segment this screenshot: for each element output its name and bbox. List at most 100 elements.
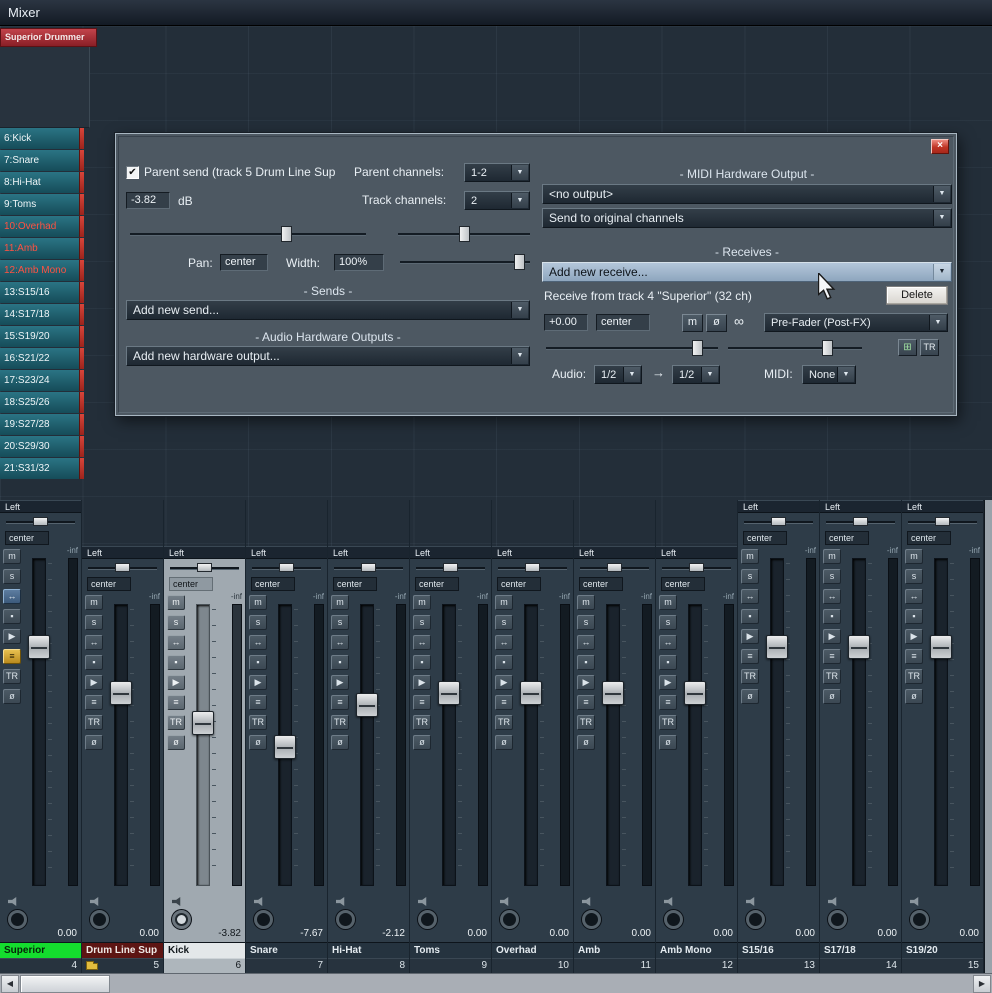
pan-value[interactable]: center xyxy=(415,577,459,591)
track-list-item[interactable]: 19:S27/28 xyxy=(0,414,84,435)
fader-handle[interactable] xyxy=(520,680,542,705)
fx-button[interactable]: ▪ xyxy=(741,609,759,624)
env-button[interactable]: ▶ xyxy=(167,675,185,690)
width-button[interactable]: ≡ xyxy=(741,649,759,664)
io-button[interactable]: ↔ xyxy=(905,589,923,604)
fader-track[interactable] xyxy=(688,604,708,886)
add-hw-output-select[interactable]: Add new hardware output... ▼ xyxy=(126,346,530,366)
fx-button[interactable]: ▪ xyxy=(331,655,349,670)
trim-button[interactable]: TR xyxy=(495,715,513,730)
pan-value[interactable]: center xyxy=(743,531,787,545)
fader-handle[interactable] xyxy=(356,692,378,717)
slider-handle[interactable] xyxy=(692,340,704,356)
track-number-row[interactable]: 6 xyxy=(164,958,245,973)
fader-handle[interactable] xyxy=(766,634,788,659)
pan-field[interactable]: center xyxy=(220,254,268,271)
chevron-down-icon[interactable]: ▼ xyxy=(933,186,950,202)
io-button[interactable]: ↔ xyxy=(741,589,759,604)
width-button[interactable]: ≡ xyxy=(659,695,677,710)
volume-fader[interactable]: -inf xyxy=(435,591,490,890)
solo-button[interactable]: s xyxy=(495,615,513,630)
track-name-label[interactable]: Snare xyxy=(246,942,327,958)
volume-fader[interactable]: -inf xyxy=(25,545,80,890)
io-button[interactable]: ↔ xyxy=(823,589,841,604)
phase-button[interactable]: ø xyxy=(85,735,103,750)
pan-handle[interactable] xyxy=(32,517,48,526)
pan-slider[interactable] xyxy=(168,560,241,575)
volume-fader[interactable]: -inf xyxy=(189,591,244,890)
mute-button[interactable]: m xyxy=(413,595,431,610)
io-button[interactable]: ↔ xyxy=(3,589,21,604)
pan-handle[interactable] xyxy=(196,563,212,572)
track-name-label[interactable]: Hi-Hat xyxy=(328,942,409,958)
slider-handle[interactable] xyxy=(281,226,293,242)
add-receive-select[interactable]: Add new receive... ▼ xyxy=(542,262,952,282)
receive-phase-button[interactable]: ø xyxy=(706,314,727,332)
width-button[interactable]: ≡ xyxy=(495,695,513,710)
track-number-row[interactable]: 9 xyxy=(410,958,491,973)
chevron-down-icon[interactable]: ▼ xyxy=(701,367,718,382)
phase-button[interactable]: ø xyxy=(905,689,923,704)
track-list-item[interactable]: 13:S15/16 xyxy=(0,282,84,303)
phase-button[interactable]: ø xyxy=(249,735,267,750)
volume-fader[interactable]: -inf xyxy=(681,591,736,890)
solo-button[interactable]: s xyxy=(659,615,677,630)
phase-button[interactable]: ø xyxy=(331,735,349,750)
fader-track[interactable] xyxy=(606,604,626,886)
chevron-down-icon[interactable]: ▼ xyxy=(511,302,528,318)
routing-matrix-icon[interactable]: ⊞ xyxy=(898,339,917,356)
solo-button[interactable]: s xyxy=(85,615,103,630)
fader-handle[interactable] xyxy=(110,680,132,705)
io-button[interactable]: ↔ xyxy=(85,635,103,650)
record-arm-button[interactable] xyxy=(500,910,519,929)
track-channels-select[interactable]: 2 ▼ xyxy=(464,191,530,210)
mute-button[interactable]: m xyxy=(331,595,349,610)
horizontal-scrollbar[interactable]: ◀ ▶ xyxy=(0,973,992,993)
track-panel-header[interactable]: Superior Drummer xyxy=(0,28,97,47)
slider-handle[interactable] xyxy=(458,226,470,242)
midi-route-select[interactable]: None ▼ xyxy=(802,365,856,384)
parent-send-checkbox[interactable]: ✔ xyxy=(126,166,139,179)
fader-track[interactable] xyxy=(770,558,790,886)
track-list-item[interactable]: 16:S21/22 xyxy=(0,348,84,369)
track-list-item[interactable]: 7:Snare xyxy=(0,150,84,171)
trim-button[interactable]: TR xyxy=(659,715,677,730)
track-number-row[interactable]: 10 xyxy=(492,958,573,973)
pan-value[interactable]: center xyxy=(251,577,295,591)
width-button[interactable]: ≡ xyxy=(167,695,185,710)
receive-pan-slider[interactable] xyxy=(728,340,862,356)
delete-receive-button[interactable]: Delete xyxy=(886,286,948,305)
volume-fader[interactable]: -inf xyxy=(927,545,982,890)
pan-handle[interactable] xyxy=(360,563,376,572)
record-arm-button[interactable] xyxy=(90,910,109,929)
pan-slider[interactable] xyxy=(250,560,323,575)
pan-handle[interactable] xyxy=(442,563,458,572)
trim-button[interactable]: TR xyxy=(249,715,267,730)
pan-value[interactable]: center xyxy=(661,577,705,591)
width-button[interactable]: ≡ xyxy=(823,649,841,664)
track-list-item[interactable]: 12:Amb Mono xyxy=(0,260,84,281)
track-name-label[interactable]: S19/20 xyxy=(902,942,983,958)
track-list-item[interactable]: 6:Kick xyxy=(0,128,84,149)
volume-fader[interactable]: -inf xyxy=(517,591,572,890)
receive-volume-slider[interactable] xyxy=(546,340,718,356)
fx-button[interactable]: ▪ xyxy=(249,655,267,670)
fx-button[interactable]: ▪ xyxy=(413,655,431,670)
trim-button[interactable]: TR xyxy=(823,669,841,684)
record-arm-strip[interactable] xyxy=(79,326,84,347)
track-list-item[interactable]: 14:S17/18 xyxy=(0,304,84,325)
width-button[interactable]: ≡ xyxy=(905,649,923,664)
pan-value[interactable]: center xyxy=(907,531,951,545)
chevron-down-icon[interactable]: ▼ xyxy=(837,367,854,382)
pan-value[interactable]: center xyxy=(825,531,869,545)
track-name-label[interactable]: Kick xyxy=(164,942,245,958)
track-name-label[interactable]: S15/16 xyxy=(738,942,819,958)
solo-button[interactable]: s xyxy=(249,615,267,630)
env-button[interactable]: ▶ xyxy=(905,629,923,644)
scroll-left-icon[interactable]: ◀ xyxy=(1,975,19,993)
fx-button[interactable]: ▪ xyxy=(3,609,21,624)
pan-slider[interactable] xyxy=(742,514,815,529)
io-button[interactable]: ↔ xyxy=(249,635,267,650)
phase-button[interactable]: ø xyxy=(741,689,759,704)
env-button[interactable]: ▶ xyxy=(823,629,841,644)
